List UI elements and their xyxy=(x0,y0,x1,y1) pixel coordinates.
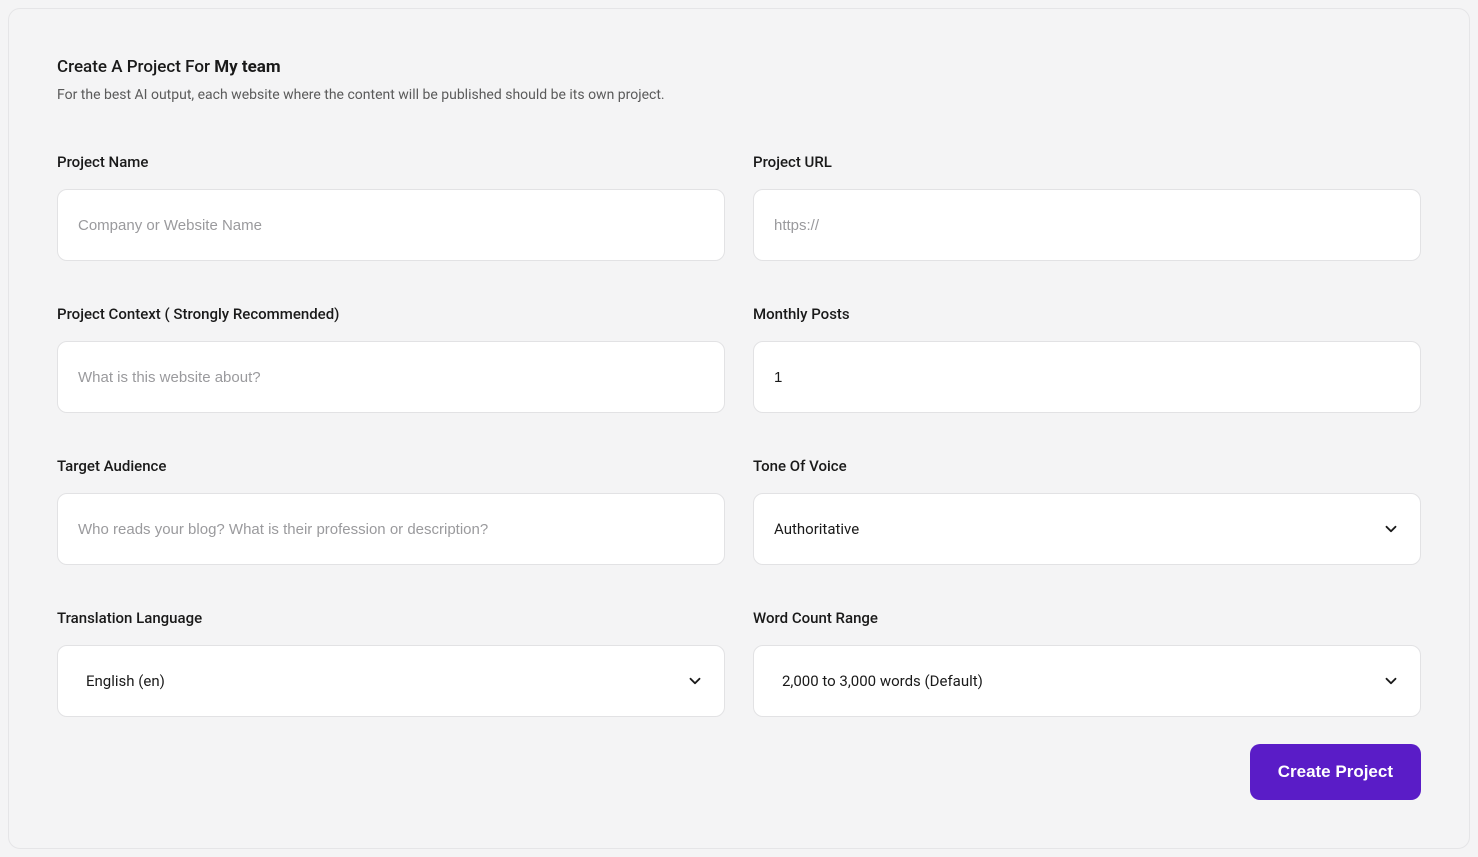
create-project-button[interactable]: Create Project xyxy=(1250,744,1421,800)
target-audience-label: Target Audience xyxy=(57,457,725,475)
project-context-input[interactable] xyxy=(57,341,725,413)
page-subtitle: For the best AI output, each website whe… xyxy=(57,87,1421,103)
tone-of-voice-select[interactable]: Authoritative xyxy=(753,493,1421,565)
tone-of-voice-label: Tone Of Voice xyxy=(753,457,1421,475)
field-word-count-range: Word Count Range 2,000 to 3,000 words (D… xyxy=(753,609,1421,717)
project-url-label: Project URL xyxy=(753,153,1421,171)
tone-of-voice-value: Authoritative xyxy=(774,520,859,538)
create-project-card: Create A Project For My team For the bes… xyxy=(8,8,1470,849)
field-tone-of-voice: Tone Of Voice Authoritative xyxy=(753,457,1421,565)
project-name-input[interactable] xyxy=(57,189,725,261)
word-count-range-label: Word Count Range xyxy=(753,609,1421,627)
page-title-team: My team xyxy=(214,57,280,77)
translation-language-label: Translation Language xyxy=(57,609,725,627)
word-count-range-value: 2,000 to 3,000 words (Default) xyxy=(782,672,983,690)
field-monthly-posts: Monthly Posts xyxy=(753,305,1421,413)
project-context-label: Project Context ( Strongly Recommended) xyxy=(57,305,725,323)
field-translation-language: Translation Language English (en) xyxy=(57,609,725,717)
field-target-audience: Target Audience xyxy=(57,457,725,565)
word-count-range-select[interactable]: 2,000 to 3,000 words (Default) xyxy=(753,645,1421,717)
footer-actions: Create Project xyxy=(1250,744,1421,800)
page-title: Create A Project For My team xyxy=(57,57,1421,77)
page-title-prefix: Create A Project For xyxy=(57,57,214,77)
field-project-context: Project Context ( Strongly Recommended) xyxy=(57,305,725,413)
field-project-url: Project URL xyxy=(753,153,1421,261)
chevron-down-icon xyxy=(1382,520,1400,538)
form-grid: Project Name Project URL Project Context… xyxy=(57,153,1421,717)
chevron-down-icon xyxy=(1382,672,1400,690)
monthly-posts-input[interactable] xyxy=(753,341,1421,413)
chevron-down-icon xyxy=(686,672,704,690)
field-project-name: Project Name xyxy=(57,153,725,261)
target-audience-input[interactable] xyxy=(57,493,725,565)
project-name-label: Project Name xyxy=(57,153,725,171)
monthly-posts-label: Monthly Posts xyxy=(753,305,1421,323)
project-url-input[interactable] xyxy=(753,189,1421,261)
translation-language-select[interactable]: English (en) xyxy=(57,645,725,717)
translation-language-value: English (en) xyxy=(86,672,165,690)
